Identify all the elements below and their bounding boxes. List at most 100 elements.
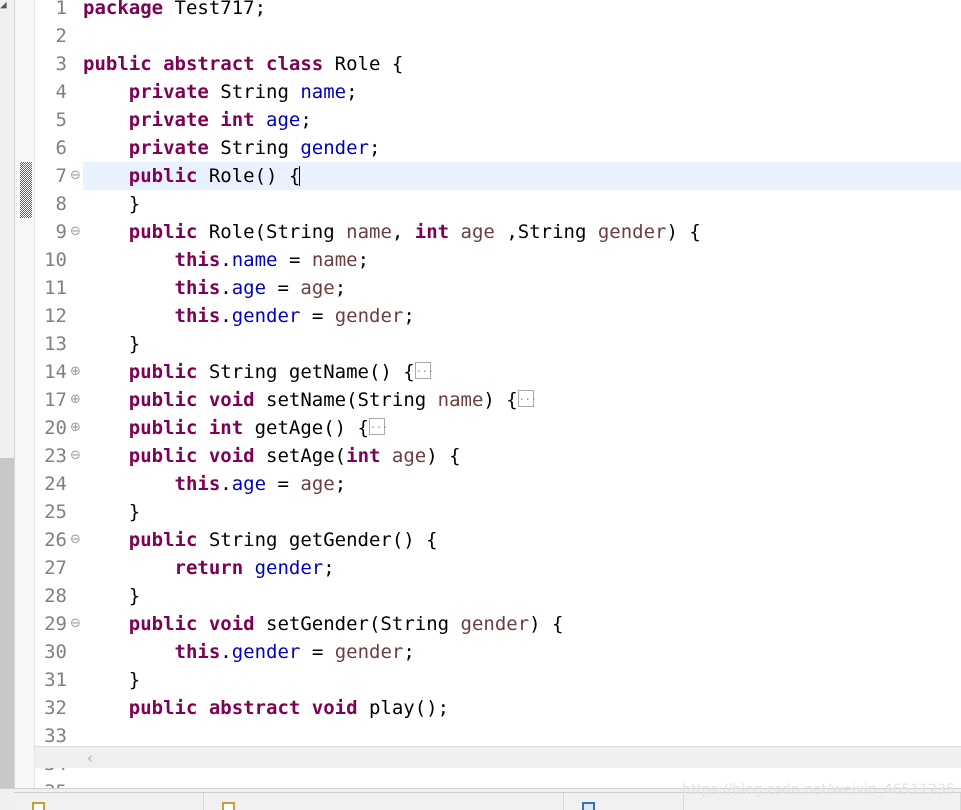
fold-collapse-icon[interactable]: ⊖ <box>69 162 82 190</box>
fold-expand-icon[interactable]: ⊕ <box>69 414 82 442</box>
code-token: String getName() { <box>208 361 415 383</box>
code-line[interactable]: public void setAge(int age) { <box>83 442 461 470</box>
code-token: play(); <box>368 697 450 719</box>
code-line[interactable]: } <box>83 330 140 358</box>
code-line[interactable]: this.gender = gender; <box>83 638 415 666</box>
code-token: String <box>220 137 301 159</box>
line-number: 7 <box>55 165 67 187</box>
code-token: } <box>83 585 141 607</box>
code-line[interactable]: private int age; <box>83 106 312 134</box>
code-token: = <box>277 249 312 271</box>
code-line[interactable]: public void setGender(String gender) { <box>83 610 564 638</box>
code-token: ) { <box>426 445 461 467</box>
code-line-current[interactable]: public Role() { <box>83 162 961 190</box>
code-line[interactable]: public void setName(String name) {... <box>83 386 537 414</box>
code-token: ; <box>369 137 381 159</box>
collapsed-code-placeholder[interactable]: ... <box>517 390 537 407</box>
collapsed-code-placeholder[interactable]: ... <box>369 418 388 435</box>
fold-collapse-icon[interactable]: ⊖ <box>69 526 82 554</box>
line-number-gutter[interactable]: 1 2 3 4 5 6 7 ⊖ 8 9 ⊖ 10 11 12 13 14 ⊕ 17 ⊕ 20 ⊕ 23 ⊖ 24 25 26 ⊖ 27… <box>35 0 83 803</box>
bottom-tab-3[interactable] <box>564 793 684 810</box>
code-token: gender <box>597 221 667 243</box>
bottom-tab-1[interactable] <box>14 793 204 810</box>
code-line[interactable]: package Test717; <box>83 0 266 22</box>
code-token: age <box>231 277 267 299</box>
code-line[interactable]: public abstract void play(); <box>83 694 449 722</box>
fold-collapse-icon[interactable]: ⊖ <box>69 610 82 638</box>
code-token: , <box>391 221 415 243</box>
code-token: setGender(String <box>266 613 461 635</box>
code-line[interactable]: this.age = age; <box>83 274 347 302</box>
code-token: name <box>311 249 358 271</box>
horizontal-scrollbar[interactable]: ‹ <box>35 746 961 768</box>
code-token: this <box>174 473 221 495</box>
change-ruler[interactable] <box>15 0 35 790</box>
code-token: ; <box>403 305 415 327</box>
code-line[interactable]: private String name; <box>83 78 358 106</box>
line-number: 1 <box>55 0 67 19</box>
line-number: 32 <box>44 697 67 719</box>
code-token: gender <box>334 305 404 327</box>
code-line[interactable]: } <box>83 582 140 610</box>
line-number: 8 <box>55 193 67 215</box>
code-token: ; <box>300 109 312 131</box>
code-token: public int <box>128 417 255 439</box>
fold-expand-icon[interactable]: ⊕ <box>69 386 82 414</box>
code-token: } <box>83 669 141 691</box>
code-token: } <box>83 501 141 523</box>
code-token: int <box>414 221 461 243</box>
document-icon <box>222 802 235 810</box>
code-token: gender <box>231 305 301 327</box>
code-line[interactable]: public abstract class Role { <box>83 50 403 78</box>
fold-expand-icon[interactable]: ⊕ <box>69 358 82 386</box>
code-token: this <box>174 277 221 299</box>
code-line[interactable]: this.name = name; <box>83 246 370 274</box>
code-token: } <box>83 333 141 355</box>
code-line[interactable]: this.gender = gender; <box>83 302 415 330</box>
code-editor[interactable]: 1 2 3 4 5 6 7 ⊖ 8 9 ⊖ 10 11 12 13 14 ⊕ 17 ⊕ 20 ⊕ 23 ⊖ 24 25 26 ⊖ 27… <box>14 0 961 803</box>
collapsed-code-placeholder[interactable]: ... <box>414 362 434 379</box>
code-token: . <box>220 277 232 299</box>
code-line[interactable]: this.age = age; <box>83 470 347 498</box>
outer-vertical-scrollbar[interactable] <box>0 0 14 790</box>
code-token: gender <box>231 641 301 663</box>
code-line[interactable]: public String getGender() { <box>83 526 438 554</box>
code-token: } <box>83 193 141 215</box>
line-number: 3 <box>55 53 67 75</box>
code-token: name <box>437 389 484 411</box>
code-line[interactable]: public String getName() {... <box>83 358 434 386</box>
code-token: this <box>174 305 221 327</box>
code-token: ; <box>403 641 415 663</box>
code-line[interactable]: } <box>83 498 140 526</box>
outer-vertical-scrollbar-thumb[interactable] <box>0 458 14 790</box>
code-line[interactable]: } <box>83 190 140 218</box>
code-line[interactable]: } <box>83 666 140 694</box>
bottom-tab-2[interactable] <box>204 793 564 810</box>
code-token: gender <box>254 557 324 579</box>
scroll-left-chevron-icon[interactable]: ‹ <box>81 747 99 769</box>
code-token: public <box>128 165 209 187</box>
line-number: 31 <box>44 669 67 691</box>
code-token: public abstract class <box>83 53 335 75</box>
code-line[interactable]: public int getAge() {... <box>83 414 388 442</box>
code-line[interactable]: return gender; <box>83 554 335 582</box>
code-token: getAge() { <box>254 417 369 439</box>
line-number: 11 <box>44 277 67 299</box>
code-token: this <box>174 641 221 663</box>
code-token: name <box>231 249 278 271</box>
code-line[interactable]: public Role(String name, int age ,String… <box>83 218 701 246</box>
code-token: package <box>83 0 175 19</box>
code-text-area[interactable]: package Test717; public abstract class Ro… <box>83 0 961 768</box>
code-token: public void <box>128 445 267 467</box>
code-token: public <box>128 361 209 383</box>
fold-collapse-icon[interactable]: ⊖ <box>69 442 82 470</box>
code-line[interactable]: private String gender; <box>83 134 381 162</box>
fold-collapse-icon[interactable]: ⊖ <box>69 218 82 246</box>
